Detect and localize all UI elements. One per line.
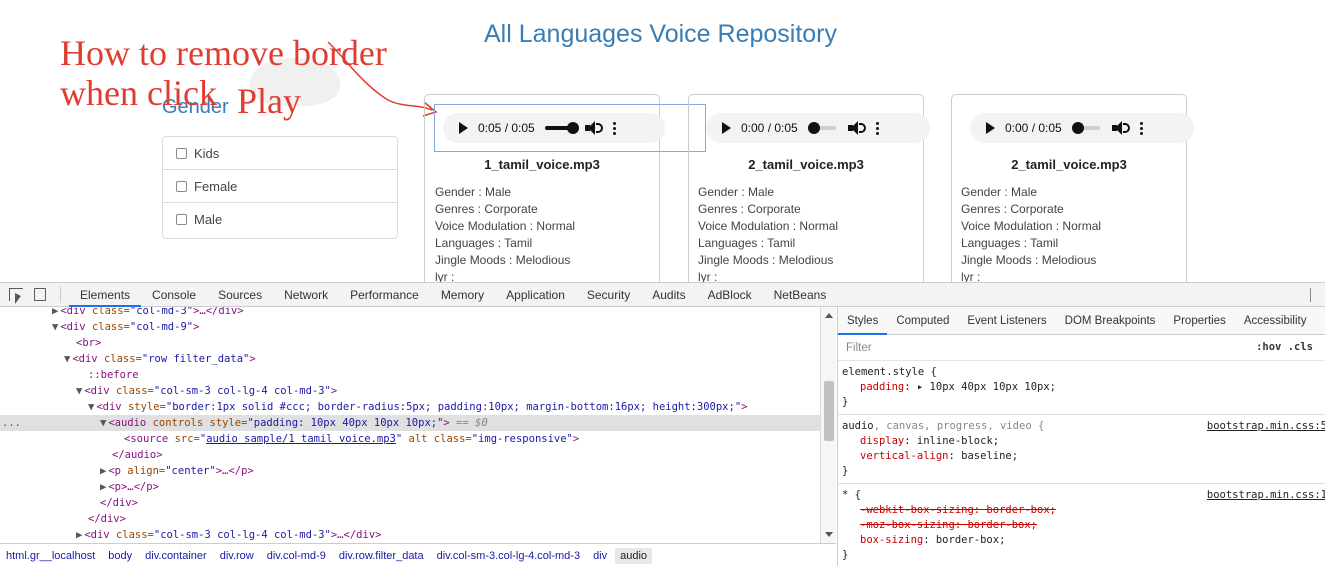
volume-icon[interactable] [847,121,866,135]
play-icon[interactable] [722,122,731,134]
tab-application[interactable]: Application [495,283,576,307]
tab-adblock[interactable]: AdBlock [697,283,763,307]
card-info: Gender : Male Genres : Corporate Voice Mod… [698,185,839,282]
more-options-icon[interactable] [1139,121,1144,135]
dom-node[interactable]: ▶ <p align="center">…</p> [0,463,820,479]
audio-time: 0:00 / 0:05 [741,121,798,135]
stylesheet-link[interactable]: bootstrap.min.css:1 [1207,488,1325,503]
dom-node[interactable]: </audio> [0,447,820,463]
tab-audits[interactable]: Audits [641,283,696,307]
css-rule-audio: audio, canvas, progress, video { bootstr… [838,415,1325,484]
hov-cls-toggles[interactable]: :hov .cls [1256,341,1313,353]
breadcrumb-item[interactable]: div.col-sm-3.col-lg-4.col-md-3 [437,550,580,562]
dom-node[interactable]: <br> [0,335,820,351]
audio-focus-outline [434,104,706,152]
tab-performance[interactable]: Performance [339,283,430,307]
volume-icon[interactable] [1111,121,1130,135]
card-info: Gender : Male Genres : Corporate Voice Mod… [435,185,576,282]
audio-player-3[interactable]: 0:00 / 0:05 [970,113,1194,143]
dom-node[interactable]: ▼ <div style="border:1px solid #ccc; bord… [0,399,820,415]
scroll-down-icon[interactable] [825,532,833,537]
dom-tree: ▶ <div class="col-md-3">…</div> ▼ <div cla… [0,307,820,543]
breadcrumb-item-active[interactable]: audio [615,547,653,564]
breadcrumb-item[interactable]: div [593,550,607,562]
annotation-text-line3: Play [237,81,302,121]
tab-styles[interactable]: Styles [838,307,888,335]
audio-time: 0:00 / 0:05 [1005,121,1062,135]
browser-page: All Languages Voice Repository Gender Ho… [0,0,1325,282]
filter-option-male[interactable]: Male [163,203,397,236]
dom-node[interactable]: <source src="audio sample/1 tamil voice.… [0,431,820,447]
tab-elements[interactable]: Elements [69,283,142,307]
styles-filter-input[interactable]: Filter :hov .cls [838,335,1325,361]
device-toolbar-icon[interactable] [34,288,46,301]
tab-memory[interactable]: Memory [430,283,495,307]
dom-breadcrumb: html.gr__localhost body div.container di… [0,543,836,566]
tab-computed[interactable]: Computed [887,307,958,335]
filter-option-female[interactable]: Female [163,170,397,203]
checkbox[interactable] [176,180,187,192]
gender-filter-list: Kids Female Male [162,136,398,239]
dom-node[interactable]: ▼ <div class="col-md-9"> [0,319,820,335]
audio-player-2[interactable]: 0:00 / 0:05 [706,113,930,143]
dom-node[interactable]: ▶ <p>…</p> [0,479,820,495]
tab-accessibility[interactable]: Accessibility [1235,307,1316,335]
stylesheet-link[interactable]: bootstrap.min.css:5 [1207,419,1325,434]
tab-security[interactable]: Security [576,283,641,307]
css-rule-universal: * { bootstrap.min.css:1 -webkit-box-sizi… [838,484,1325,566]
tab-netbeans[interactable]: NetBeans [763,283,838,307]
checkbox[interactable] [176,147,187,159]
devtools-panel: Elements Console Sources Network Perform… [0,282,1325,566]
inspect-element-icon[interactable] [9,288,23,304]
breadcrumb-item[interactable]: div.row.filter_data [339,550,424,562]
scroll-up-icon[interactable] [825,313,833,318]
audio-seek-bar[interactable] [1071,122,1100,134]
dom-node-selected[interactable]: ... ▼ <audio controls style="padding: 10px… [0,415,820,431]
styles-pane: Styles Computed Event Listeners DOM Brea… [837,307,1325,566]
checkbox[interactable] [176,214,187,225]
tab-network[interactable]: Network [273,283,339,307]
page-title: All Languages Voice Repository [484,20,838,48]
card-title: 2_tamil_voice.mp3 [748,157,864,172]
devtools-menu-icon[interactable] [1310,288,1313,302]
breadcrumb-item[interactable]: div.col-md-9 [267,550,326,562]
dom-node[interactable]: </div> [0,495,820,511]
styles-tab-bar: Styles Computed Event Listeners DOM Brea… [838,307,1325,335]
dom-node[interactable]: </div> [0,511,820,527]
tab-dom-breakpoints[interactable]: DOM Breakpoints [1056,307,1165,335]
dom-node[interactable]: ▼ <div class="col-sm-3 col-lg-4 col-md-3"… [0,383,820,399]
breadcrumb-item[interactable]: body [108,550,132,562]
card-title: 2_tamil_voice.mp3 [1011,157,1127,172]
tab-properties[interactable]: Properties [1164,307,1234,335]
more-options-icon[interactable] [875,121,880,135]
filter-option-kids[interactable]: Kids [163,137,397,170]
scroll-thumb[interactable] [824,381,834,441]
play-icon[interactable] [986,122,995,134]
dom-node[interactable]: ▶ <div class="col-md-3">…</div> [0,307,820,319]
breadcrumb-item[interactable]: div.container [145,550,207,562]
audio-seek-bar[interactable] [807,122,836,134]
devtools-tab-bar: Elements Console Sources Network Perform… [0,283,1325,307]
tab-console[interactable]: Console [141,283,207,307]
dom-node[interactable]: ▶ <div class="col-sm-3 col-lg-4 col-md-3"… [0,527,820,543]
css-rule-element-style: element.style { padding: ▸ 10px 40px 10p… [838,361,1325,415]
card-title: 1_tamil_voice.mp3 [484,157,600,172]
dom-scrollbar[interactable] [820,307,836,543]
dom-node[interactable]: ::before [0,367,820,383]
card-info: Gender : Male Genres : Corporate Voice Mod… [961,185,1102,282]
annotation-text-line2: when click [60,73,217,113]
source-link[interactable]: audio sample/1 tamil voice.mp3 [206,433,396,445]
dom-node[interactable]: ▼ <div class="row filter_data"> [0,351,820,367]
breadcrumb-item[interactable]: div.row [220,550,254,562]
tab-sources[interactable]: Sources [207,283,273,307]
tab-event-listeners[interactable]: Event Listeners [958,307,1055,335]
breadcrumb-item[interactable]: html.gr__localhost [6,550,95,562]
